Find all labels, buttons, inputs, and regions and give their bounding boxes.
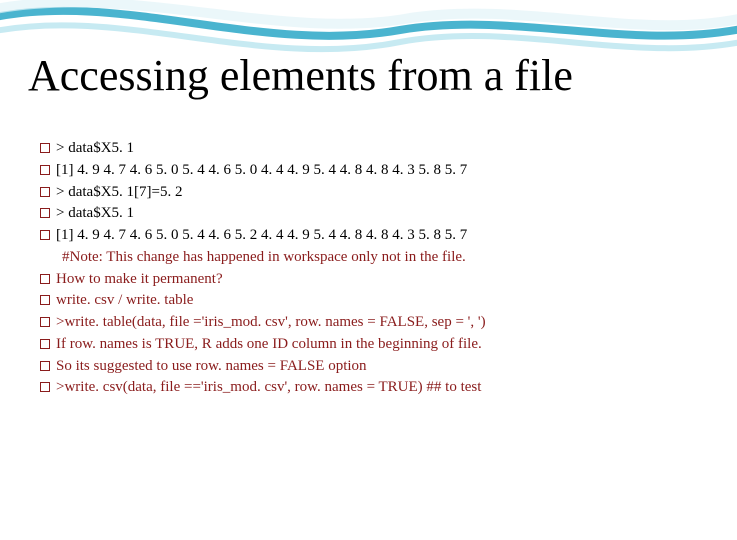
bullet-icon xyxy=(40,339,50,349)
bullet-icon xyxy=(40,165,50,175)
output-line: [1] 4. 9 4. 7 4. 6 5. 0 5. 4 4. 6 5. 0 4… xyxy=(40,160,700,182)
text-line: write. csv / write. table xyxy=(40,290,700,312)
code-line: > data$X5. 1 xyxy=(40,138,700,160)
body-text: write. csv / write. table xyxy=(56,290,193,312)
bullet-icon xyxy=(40,295,50,305)
code-line: > data$X5. 1 xyxy=(40,203,700,225)
body-text: How to make it permanent? xyxy=(56,269,223,291)
bullet-icon xyxy=(40,317,50,327)
slide-body: > data$X5. 1 [1] 4. 9 4. 7 4. 6 5. 0 5. … xyxy=(40,138,700,399)
bullet-icon xyxy=(40,361,50,371)
text-line: How to make it permanent? xyxy=(40,269,700,291)
slide-title: Accessing elements from a file xyxy=(28,50,573,101)
note-text: #Note: This change has happened in works… xyxy=(62,247,700,269)
body-text: >write. table(data, file ='iris_mod. csv… xyxy=(56,312,486,334)
code-line: > data$X5. 1[7]=5. 2 xyxy=(40,182,700,204)
text-line: >write. table(data, file ='iris_mod. csv… xyxy=(40,312,700,334)
output-text: [1] 4. 9 4. 7 4. 6 5. 0 5. 4 4. 6 5. 2 4… xyxy=(56,225,467,247)
text-line: If row. names is TRUE, R adds one ID col… xyxy=(40,334,700,356)
bullet-icon xyxy=(40,274,50,284)
code-text: > data$X5. 1 xyxy=(56,203,134,225)
output-line: [1] 4. 9 4. 7 4. 6 5. 0 5. 4 4. 6 5. 2 4… xyxy=(40,225,700,247)
body-text: So its suggested to use row. names = FAL… xyxy=(56,356,367,378)
output-text: [1] 4. 9 4. 7 4. 6 5. 0 5. 4 4. 6 5. 0 4… xyxy=(56,160,467,182)
code-text: > data$X5. 1 xyxy=(56,138,134,160)
bullet-icon xyxy=(40,143,50,153)
bullet-icon xyxy=(40,382,50,392)
code-text: > data$X5. 1[7]=5. 2 xyxy=(56,182,182,204)
text-line: So its suggested to use row. names = FAL… xyxy=(40,356,700,378)
text-line: >write. csv(data, file =='iris_mod. csv'… xyxy=(40,377,700,399)
bullet-icon xyxy=(40,208,50,218)
bullet-icon xyxy=(40,187,50,197)
body-text: >write. csv(data, file =='iris_mod. csv'… xyxy=(56,377,481,399)
body-text: If row. names is TRUE, R adds one ID col… xyxy=(56,334,482,356)
bullet-icon xyxy=(40,230,50,240)
